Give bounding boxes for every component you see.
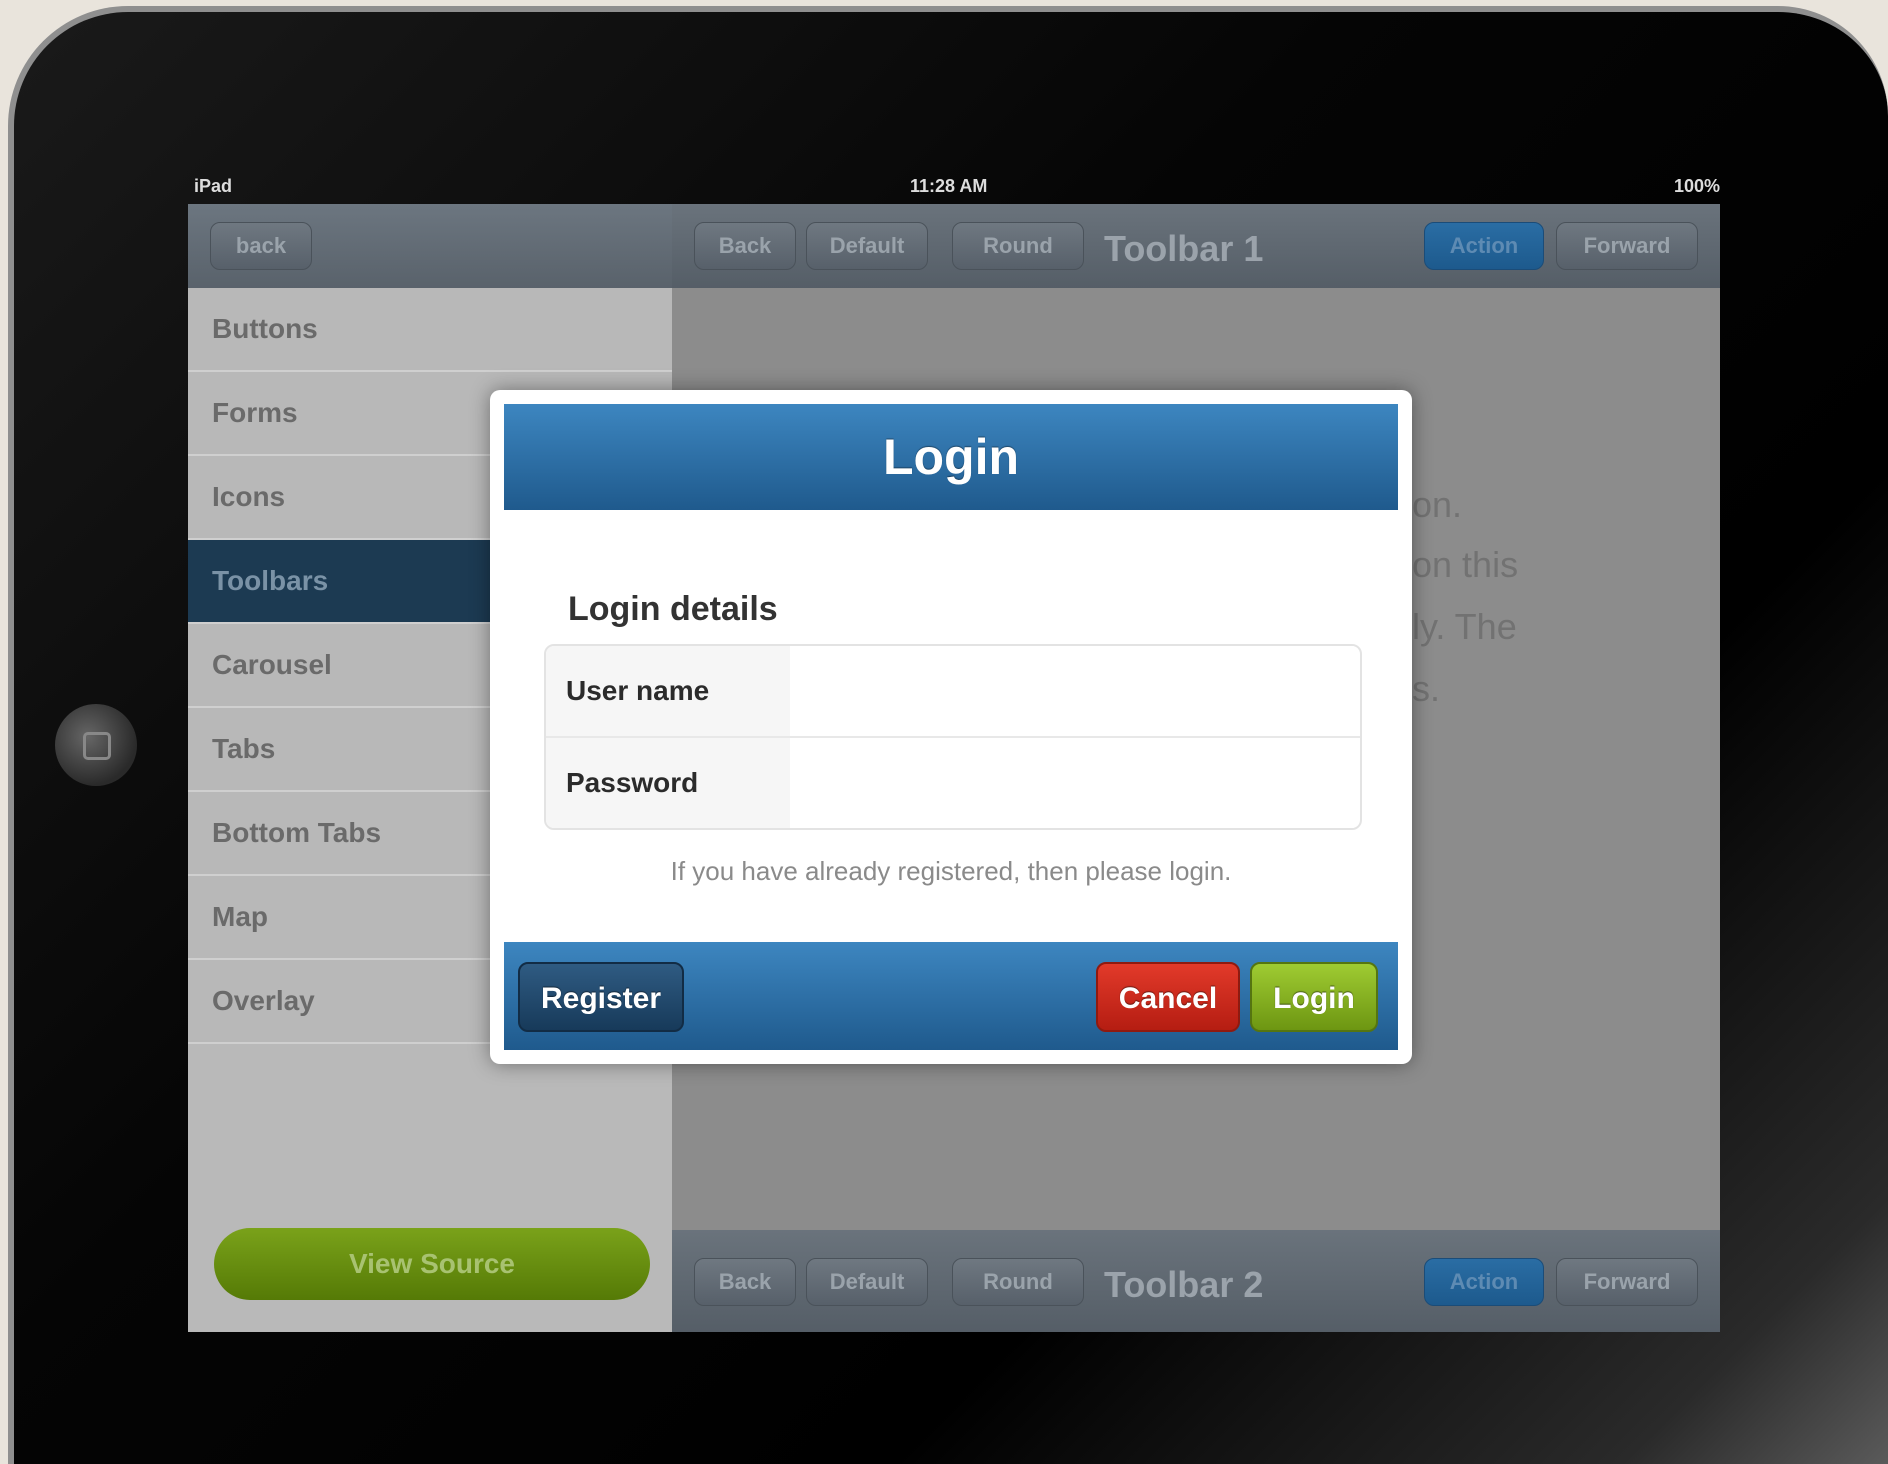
toolbar1-back-button[interactable]: Back <box>694 222 796 270</box>
toolbar1-round-button[interactable]: Round <box>952 222 1084 270</box>
background-text-line: ly. The <box>1412 606 1517 647</box>
username-label: User name <box>546 646 790 736</box>
background-text-line: on. <box>1412 484 1463 525</box>
username-row: User name <box>546 646 1360 738</box>
toolbar2-forward-button[interactable]: Forward <box>1556 1258 1698 1306</box>
login-button[interactable]: Login <box>1250 962 1378 1032</box>
password-label: Password <box>546 738 790 828</box>
background-text-line: s. <box>1412 668 1441 709</box>
password-row: Password <box>546 738 1360 828</box>
login-hint: If you have already registered, then ple… <box>670 856 1232 886</box>
toolbar-2: Back Default Round Toolbar 2 Action Forw… <box>672 1230 1720 1332</box>
toolbar1-default-button[interactable]: Default <box>806 222 928 270</box>
home-button[interactable] <box>55 704 137 786</box>
login-form: User name Password <box>544 644 1362 830</box>
dialog-title: Login <box>504 404 1398 510</box>
login-dialog: Login Login details User name Password I… <box>490 390 1412 1064</box>
login-details-heading: Login details <box>568 590 778 628</box>
status-time: 11:28 AM <box>910 176 988 196</box>
toolbar2-action-button[interactable]: Action <box>1424 1258 1544 1306</box>
status-bar: iPad 11:28 AM 100% <box>190 172 1720 202</box>
background-text-line: on this <box>1412 544 1519 585</box>
dialog-footer: Register Cancel Login <box>504 942 1398 1050</box>
toolbar2-back-button[interactable]: Back <box>694 1258 796 1306</box>
toolbar1-action-button[interactable]: Action <box>1424 222 1544 270</box>
toolbar1-forward-button[interactable]: Forward <box>1556 222 1698 270</box>
register-button[interactable]: Register <box>518 962 684 1032</box>
toolbar2-default-button[interactable]: Default <box>806 1258 928 1306</box>
cancel-button[interactable]: Cancel <box>1096 962 1240 1032</box>
battery-indicator: 100% <box>1673 176 1720 196</box>
toolbar2-title: Toolbar 2 <box>1104 1264 1264 1305</box>
sidebar-item-buttons[interactable]: Buttons <box>188 288 672 372</box>
toolbar-1: Back Default Round Toolbar 1 Action Forw… <box>672 204 1720 288</box>
password-input[interactable] <box>790 738 1358 828</box>
sidebar-toolbar: back <box>188 204 672 288</box>
username-input[interactable] <box>790 646 1358 736</box>
device-label: iPad <box>194 176 233 196</box>
toolbar2-round-button[interactable]: Round <box>952 1258 1084 1306</box>
view-source-button[interactable]: View Source <box>214 1228 650 1300</box>
toolbar1-title: Toolbar 1 <box>1104 228 1264 269</box>
sidebar-back-button[interactable]: back <box>210 222 312 270</box>
